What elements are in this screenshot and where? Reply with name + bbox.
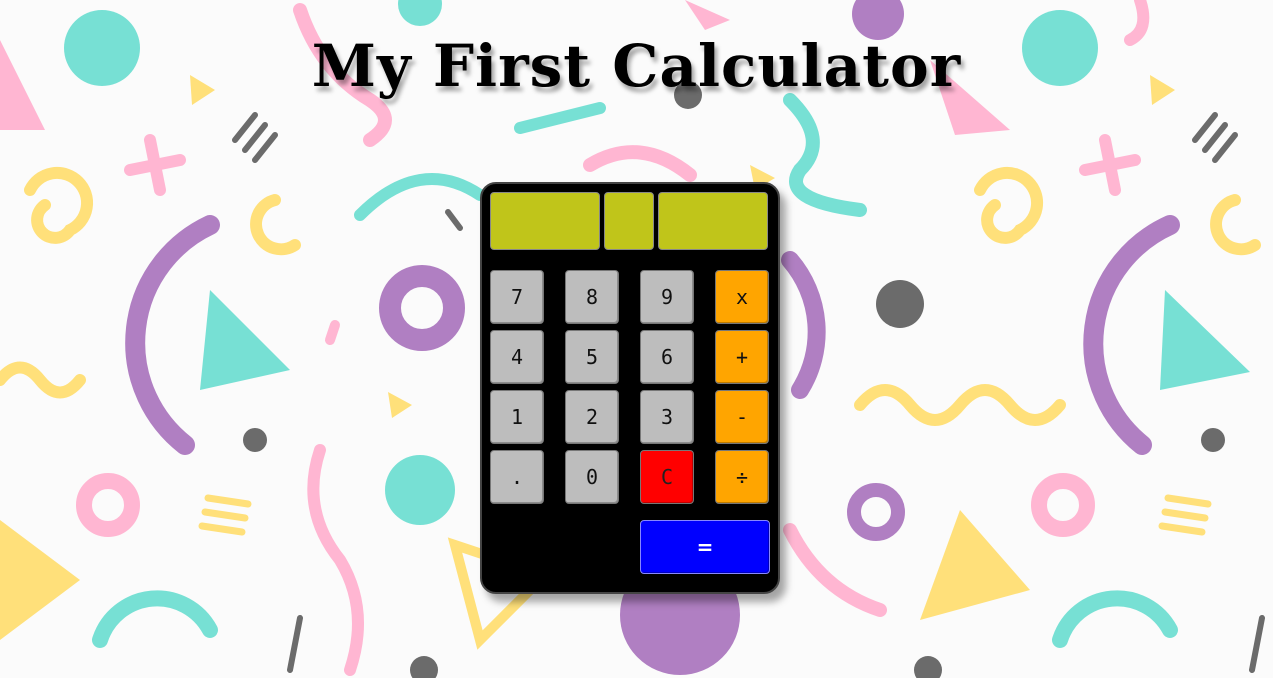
display-left-operand — [490, 192, 600, 250]
key-0-button[interactable]: 0 — [565, 450, 619, 504]
minus-button[interactable]: - — [715, 390, 769, 444]
display-right-operand — [658, 192, 768, 250]
key-7-button[interactable]: 7 — [490, 270, 544, 324]
display-operator — [604, 192, 654, 250]
calculator-body: 7 8 9 x 4 5 6 + 1 2 3 - . 0 C ÷ = — [480, 182, 780, 594]
decimal-point-button[interactable]: . — [490, 450, 544, 504]
multiply-button[interactable]: x — [715, 270, 769, 324]
key-4-button[interactable]: 4 — [490, 330, 544, 384]
divide-button[interactable]: ÷ — [715, 450, 769, 504]
key-3-button[interactable]: 3 — [640, 390, 694, 444]
key-2-button[interactable]: 2 — [565, 390, 619, 444]
key-8-button[interactable]: 8 — [565, 270, 619, 324]
clear-button[interactable]: C — [640, 450, 694, 504]
key-1-button[interactable]: 1 — [490, 390, 544, 444]
key-9-button[interactable]: 9 — [640, 270, 694, 324]
plus-button[interactable]: + — [715, 330, 769, 384]
page-title: My First Calculator — [311, 32, 962, 100]
equals-button[interactable]: = — [640, 520, 770, 574]
key-6-button[interactable]: 6 — [640, 330, 694, 384]
key-5-button[interactable]: 5 — [565, 330, 619, 384]
